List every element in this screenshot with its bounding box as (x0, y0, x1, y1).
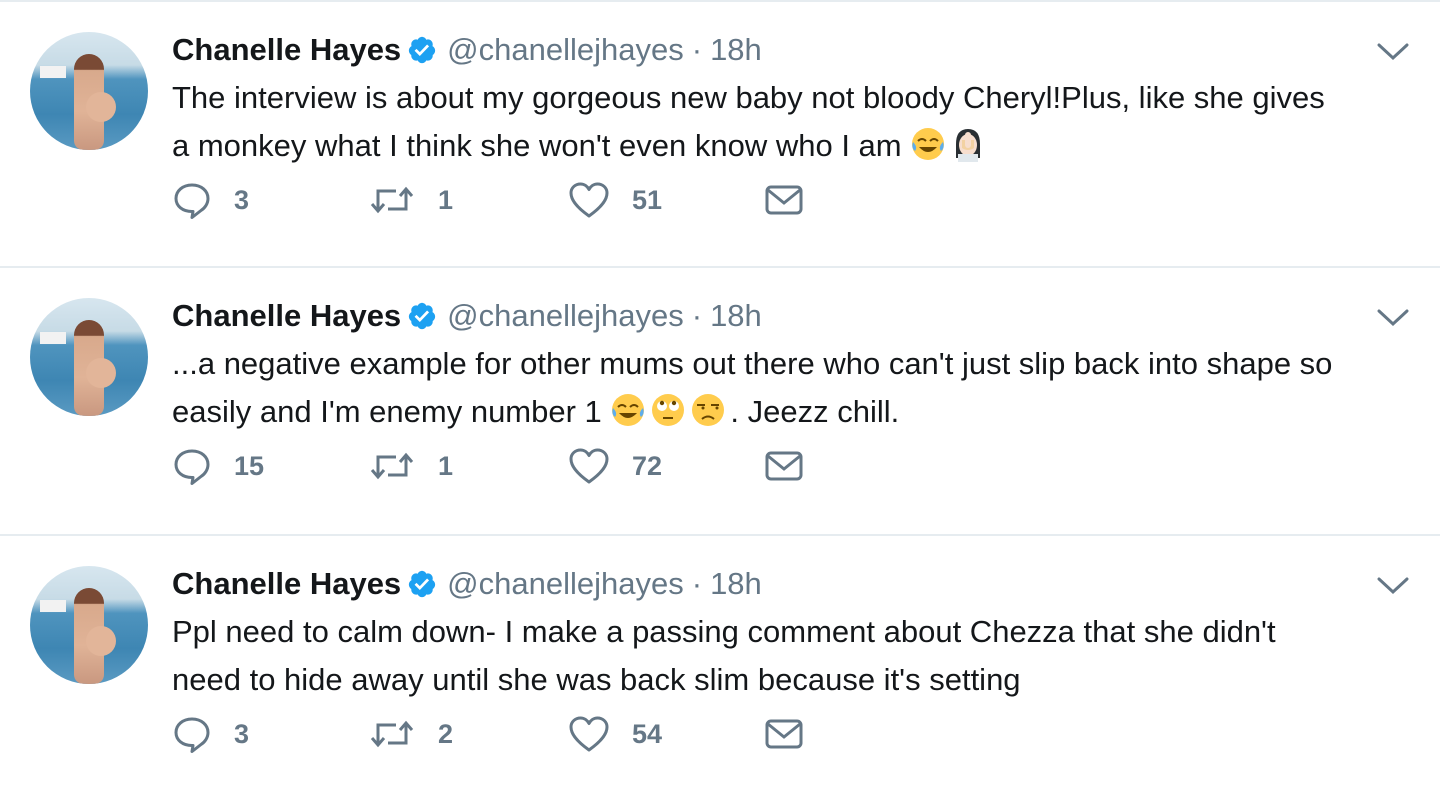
verified-badge-icon (407, 301, 437, 331)
chevron-down-icon[interactable] (1376, 308, 1410, 328)
reply-button[interactable]: 3 (172, 714, 368, 754)
retweet-count: 2 (438, 718, 454, 749)
reply-button[interactable]: 15 (172, 446, 368, 486)
envelope-icon (764, 182, 804, 218)
separator-dot: · (691, 298, 703, 333)
face-with-rolling-eyes-icon (650, 392, 686, 428)
like-count: 51 (632, 184, 663, 215)
face-with-tears-of-joy-icon (910, 126, 946, 162)
direct-message-button[interactable] (764, 448, 804, 484)
tweet-actions: 3 1 51 (172, 180, 804, 220)
reply-count: 3 (234, 718, 250, 749)
retweet-icon (368, 446, 416, 486)
face-with-tears-of-joy-icon (610, 392, 646, 428)
timestamp[interactable]: 18h (710, 298, 762, 334)
retweet-button[interactable]: 1 (368, 446, 568, 486)
tweet-text: ...a negative example for other mums out… (172, 340, 1350, 436)
tweet[interactable]: Chanelle Hayes @chanellejhayes · 18h Ppl… (0, 536, 1440, 789)
retweet-icon (368, 714, 416, 754)
user-handle[interactable]: @chanellejhayes (447, 566, 684, 602)
reply-count: 15 (234, 450, 265, 481)
like-button[interactable]: 54 (568, 714, 764, 754)
tweet-text: The interview is about my gorgeous new b… (172, 74, 1350, 170)
reply-icon (172, 180, 212, 220)
retweet-button[interactable]: 2 (368, 714, 568, 754)
like-button[interactable]: 51 (568, 180, 764, 220)
retweet-count: 1 (438, 184, 454, 215)
tweet-content: Chanelle Hayes @chanellejhayes · 18h ...… (172, 296, 1350, 436)
reply-count: 3 (234, 184, 250, 215)
verified-badge-icon (407, 569, 437, 599)
tweet-actions: 3 2 54 (172, 714, 804, 754)
reply-button[interactable]: 3 (172, 180, 368, 220)
tweet-content: Chanelle Hayes @chanellejhayes · 18h The… (172, 30, 1350, 170)
like-count: 72 (632, 450, 663, 481)
tweet[interactable]: Chanelle Hayes @chanellejhayes · 18h ...… (0, 268, 1440, 536)
separator-dot: · (691, 32, 703, 67)
timestamp[interactable]: 18h (710, 32, 762, 68)
envelope-icon (764, 448, 804, 484)
heart-icon (568, 714, 610, 754)
tweet-content: Chanelle Hayes @chanellejhayes · 18h Ppl… (172, 564, 1350, 704)
tweet-text: Ppl need to calm down- I make a passing … (172, 608, 1350, 704)
user-name[interactable]: Chanelle Hayes (172, 298, 401, 334)
verified-badge-icon (407, 35, 437, 65)
reply-icon (172, 714, 212, 754)
tweet-feed: Chanelle Hayes @chanellejhayes · 18h The… (0, 0, 1440, 793)
tweet[interactable]: Chanelle Hayes @chanellejhayes · 18h The… (0, 0, 1440, 268)
direct-message-button[interactable] (764, 182, 804, 218)
avatar[interactable] (30, 32, 148, 150)
tweet-text-body: Ppl need to calm down- I make a passing … (172, 614, 1285, 697)
tweet-text-tail: . Jeezz chill. (730, 394, 900, 429)
timestamp[interactable]: 18h (710, 566, 762, 602)
tweet-header: Chanelle Hayes @chanellejhayes · 18h (172, 564, 1350, 604)
unamused-face-icon (690, 392, 726, 428)
like-count: 54 (632, 718, 663, 749)
avatar[interactable] (30, 298, 148, 416)
chevron-down-icon[interactable] (1376, 42, 1410, 62)
retweet-icon (368, 180, 416, 220)
retweet-button[interactable]: 1 (368, 180, 568, 220)
user-handle[interactable]: @chanellejhayes (447, 298, 684, 334)
tweet-text-body: The interview is about my gorgeous new b… (172, 80, 1334, 163)
user-name[interactable]: Chanelle Hayes (172, 32, 401, 68)
user-name[interactable]: Chanelle Hayes (172, 566, 401, 602)
heart-icon (568, 180, 610, 220)
avatar[interactable] (30, 566, 148, 684)
like-button[interactable]: 72 (568, 446, 764, 486)
tweet-header: Chanelle Hayes @chanellejhayes · 18h (172, 30, 1350, 70)
direct-message-button[interactable] (764, 716, 804, 752)
chevron-down-icon[interactable] (1376, 576, 1410, 596)
retweet-count: 1 (438, 450, 454, 481)
heart-icon (568, 446, 610, 486)
separator-dot: · (691, 566, 703, 601)
tweet-actions: 15 1 72 (172, 446, 804, 486)
woman-facepalming-icon (950, 126, 986, 162)
tweet-header: Chanelle Hayes @chanellejhayes · 18h (172, 296, 1350, 336)
user-handle[interactable]: @chanellejhayes (447, 32, 684, 68)
reply-icon (172, 446, 212, 486)
envelope-icon (764, 716, 804, 752)
